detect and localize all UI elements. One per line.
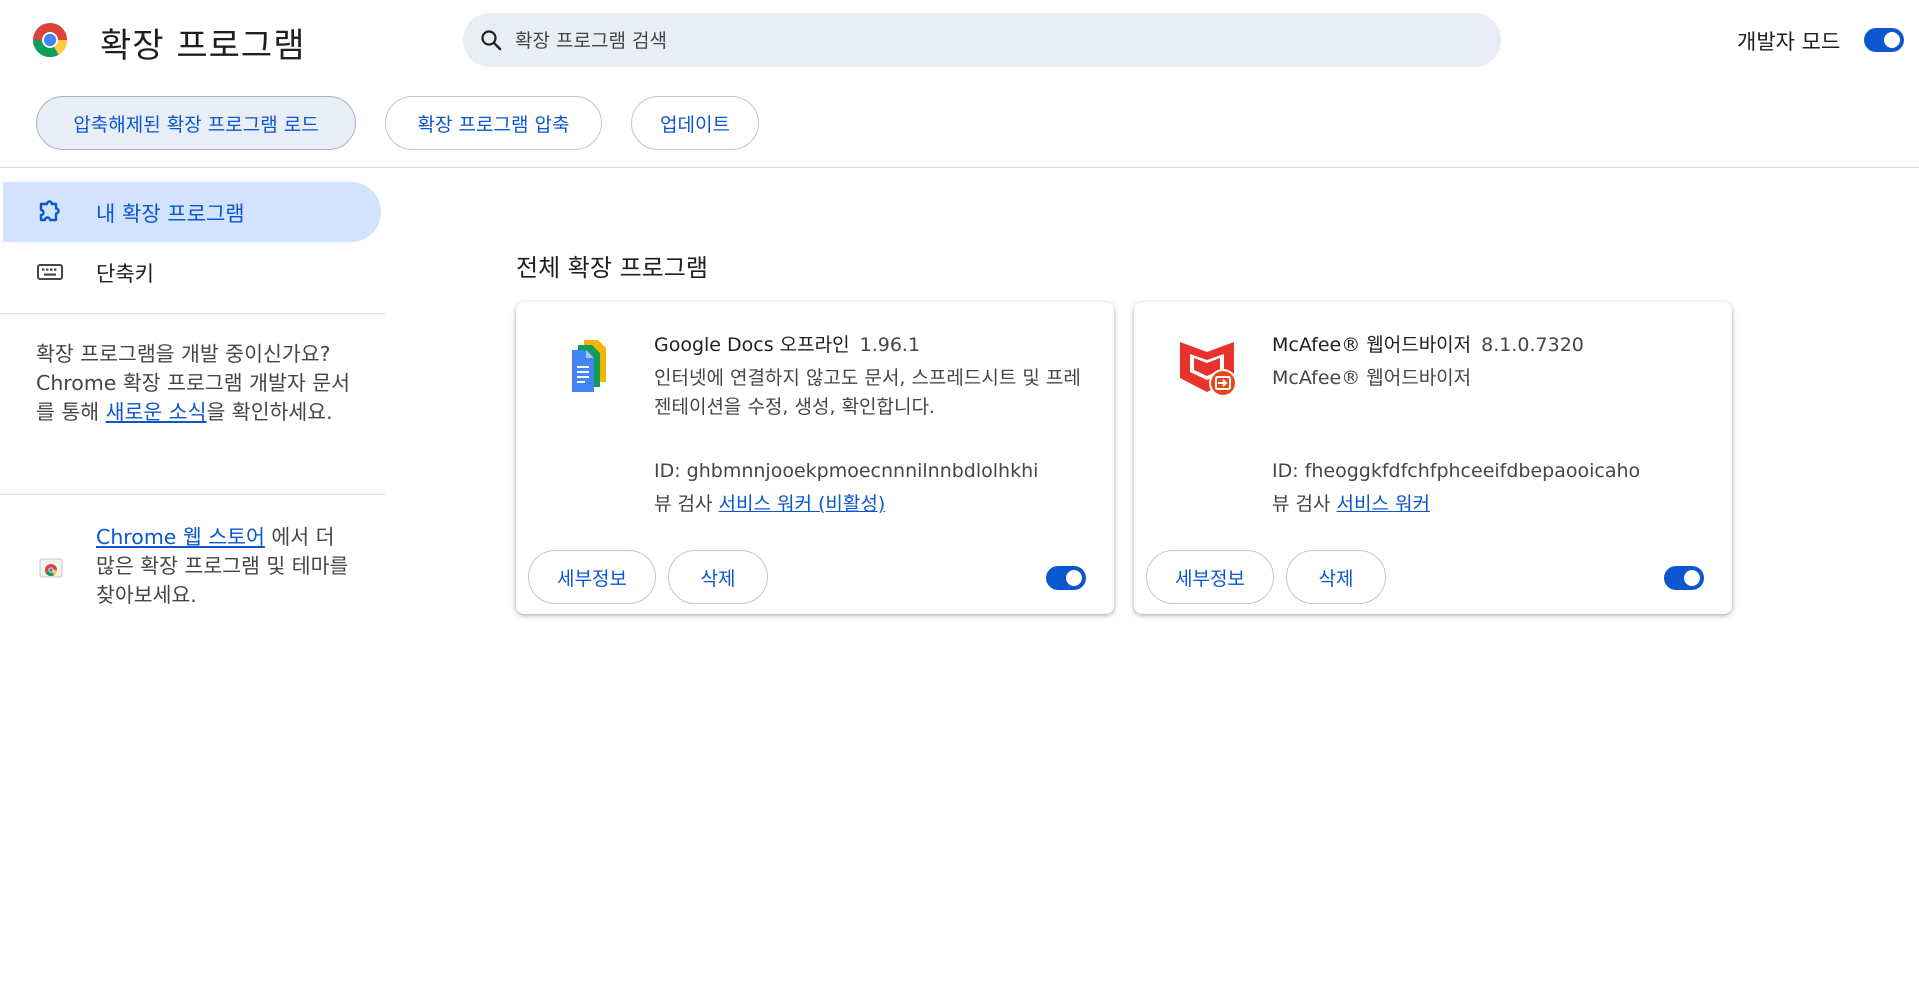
sidebar-item-label: 내 확장 프로그램 xyxy=(96,202,245,226)
dev-mode-label: 개발자 모드 xyxy=(1737,30,1841,54)
search-bar[interactable] xyxy=(463,13,1501,69)
dev-promo-after: 을 확인하세요. xyxy=(206,400,333,424)
details-button[interactable]: 세부정보 xyxy=(1146,550,1274,604)
extension-name-row: Google Docs 오프라인 1.96.1 xyxy=(654,330,920,357)
sidebar-divider xyxy=(0,313,385,314)
remove-button[interactable]: 삭제 xyxy=(1286,550,1386,604)
inspect-views-label: 뷰 검사 xyxy=(654,493,713,515)
update-button[interactable]: 업데이트 xyxy=(631,96,759,150)
sidebar-item-my-extensions[interactable]: 내 확장 프로그램 xyxy=(3,182,381,242)
extension-description: McAfee® 웹어드바이저 xyxy=(1272,367,1472,389)
toggle-knob xyxy=(1884,32,1900,48)
extension-card-mcafee-webadvisor: McAfee® 웹어드바이저 8.1.0.7320 McAfee® 웹어드바이저 … xyxy=(1134,302,1732,614)
search-input[interactable] xyxy=(513,13,1477,69)
google-docs-offline-icon xyxy=(572,340,606,392)
sidebar-item-label: 단축키 xyxy=(96,262,154,286)
extension-description: 인터넷에 연결하지 않고도 문서, 스프레드시트 및 프레젠테이션을 수정, 생… xyxy=(654,367,1081,418)
section-heading: 전체 확장 프로그램 xyxy=(516,254,708,282)
extension-enable-toggle[interactable] xyxy=(1046,566,1086,590)
search-icon xyxy=(481,30,502,51)
toggle-knob xyxy=(1066,570,1082,586)
pack-extension-button[interactable]: 확장 프로그램 압축 xyxy=(385,96,602,150)
web-store-link[interactable]: Chrome 웹 스토어 xyxy=(96,525,265,549)
whats-new-link[interactable]: 새로운 소식 xyxy=(106,400,207,424)
inspect-views: 뷰 검사 서비스 워커 (비활성) xyxy=(654,489,885,516)
extension-icon xyxy=(39,200,60,222)
chrome-logo-icon xyxy=(33,23,67,57)
sidebar-divider xyxy=(0,494,385,495)
extension-name: Google Docs 오프라인 xyxy=(654,334,850,356)
service-worker-link[interactable]: 서비스 워커 (비활성) xyxy=(719,493,886,515)
page-title: 확장 프로그램 xyxy=(100,26,306,66)
extension-version: 1.96.1 xyxy=(859,334,921,356)
sidebar-item-shortcuts[interactable]: 단축키 xyxy=(0,242,381,302)
load-unpacked-button[interactable]: 압축해제된 확장 프로그램 로드 xyxy=(36,96,356,150)
store-promo-text: Chrome 웹 스토어 에서 더 많은 확장 프로그램 및 테마를 찾아보세요… xyxy=(96,523,356,610)
dev-promo-text: 확장 프로그램을 개발 중이신가요? Chrome 확장 프로그램 개발자 문서… xyxy=(36,340,351,427)
details-button[interactable]: 세부정보 xyxy=(528,550,656,604)
extension-card-google-docs-offline: Google Docs 오프라인 1.96.1 인터넷에 연결하지 않고도 문서,… xyxy=(516,302,1114,614)
toolbar: 압축해제된 확장 프로그램 로드 확장 프로그램 압축 업데이트 xyxy=(0,96,1919,168)
service-worker-link[interactable]: 서비스 워커 xyxy=(1337,493,1430,515)
toggle-knob xyxy=(1684,570,1700,586)
header: 확장 프로그램 개발자 모드 xyxy=(0,0,1919,80)
web-store-icon xyxy=(39,558,63,578)
remove-button[interactable]: 삭제 xyxy=(668,550,768,604)
sidebar: 내 확장 프로그램 단축키 확장 프로그램을 개발 중이신가요? Chrome … xyxy=(0,168,385,1001)
extension-name: McAfee® 웹어드바이저 xyxy=(1272,334,1472,356)
extension-id: ID: ghbmnnjooekpmoecnnnilnnbdlolhkhi xyxy=(654,460,1039,482)
extension-name-row: McAfee® 웹어드바이저 8.1.0.7320 xyxy=(1272,330,1584,357)
inspect-views-label: 뷰 검사 xyxy=(1272,493,1331,515)
extension-enable-toggle[interactable] xyxy=(1664,566,1704,590)
extension-version: 8.1.0.7320 xyxy=(1481,334,1584,356)
dev-mode-toggle[interactable] xyxy=(1864,28,1904,52)
extension-id: ID: fheoggkfdfchfphceeifdbepaooicaho xyxy=(1272,460,1641,482)
inspect-views: 뷰 검사 서비스 워커 xyxy=(1272,489,1430,516)
keyboard-icon xyxy=(37,264,63,280)
mcafee-shield-icon xyxy=(1180,342,1237,397)
